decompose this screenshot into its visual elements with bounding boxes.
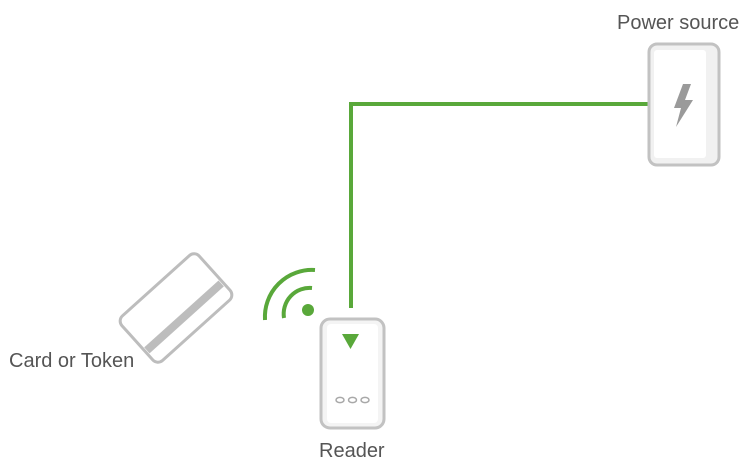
access-control-diagram: Power source Card or Token Reader bbox=[0, 0, 743, 462]
diagram-canvas bbox=[118, 42, 721, 430]
card-token-label: Card or Token bbox=[9, 350, 135, 372]
card-token bbox=[118, 252, 234, 364]
power-source-unit bbox=[647, 42, 721, 167]
power-wire bbox=[349, 102, 648, 308]
reader-device bbox=[319, 317, 386, 430]
reader-label: Reader bbox=[319, 440, 385, 462]
power-source-label: Power source bbox=[617, 12, 740, 34]
wireless-signal-icon bbox=[262, 267, 316, 321]
